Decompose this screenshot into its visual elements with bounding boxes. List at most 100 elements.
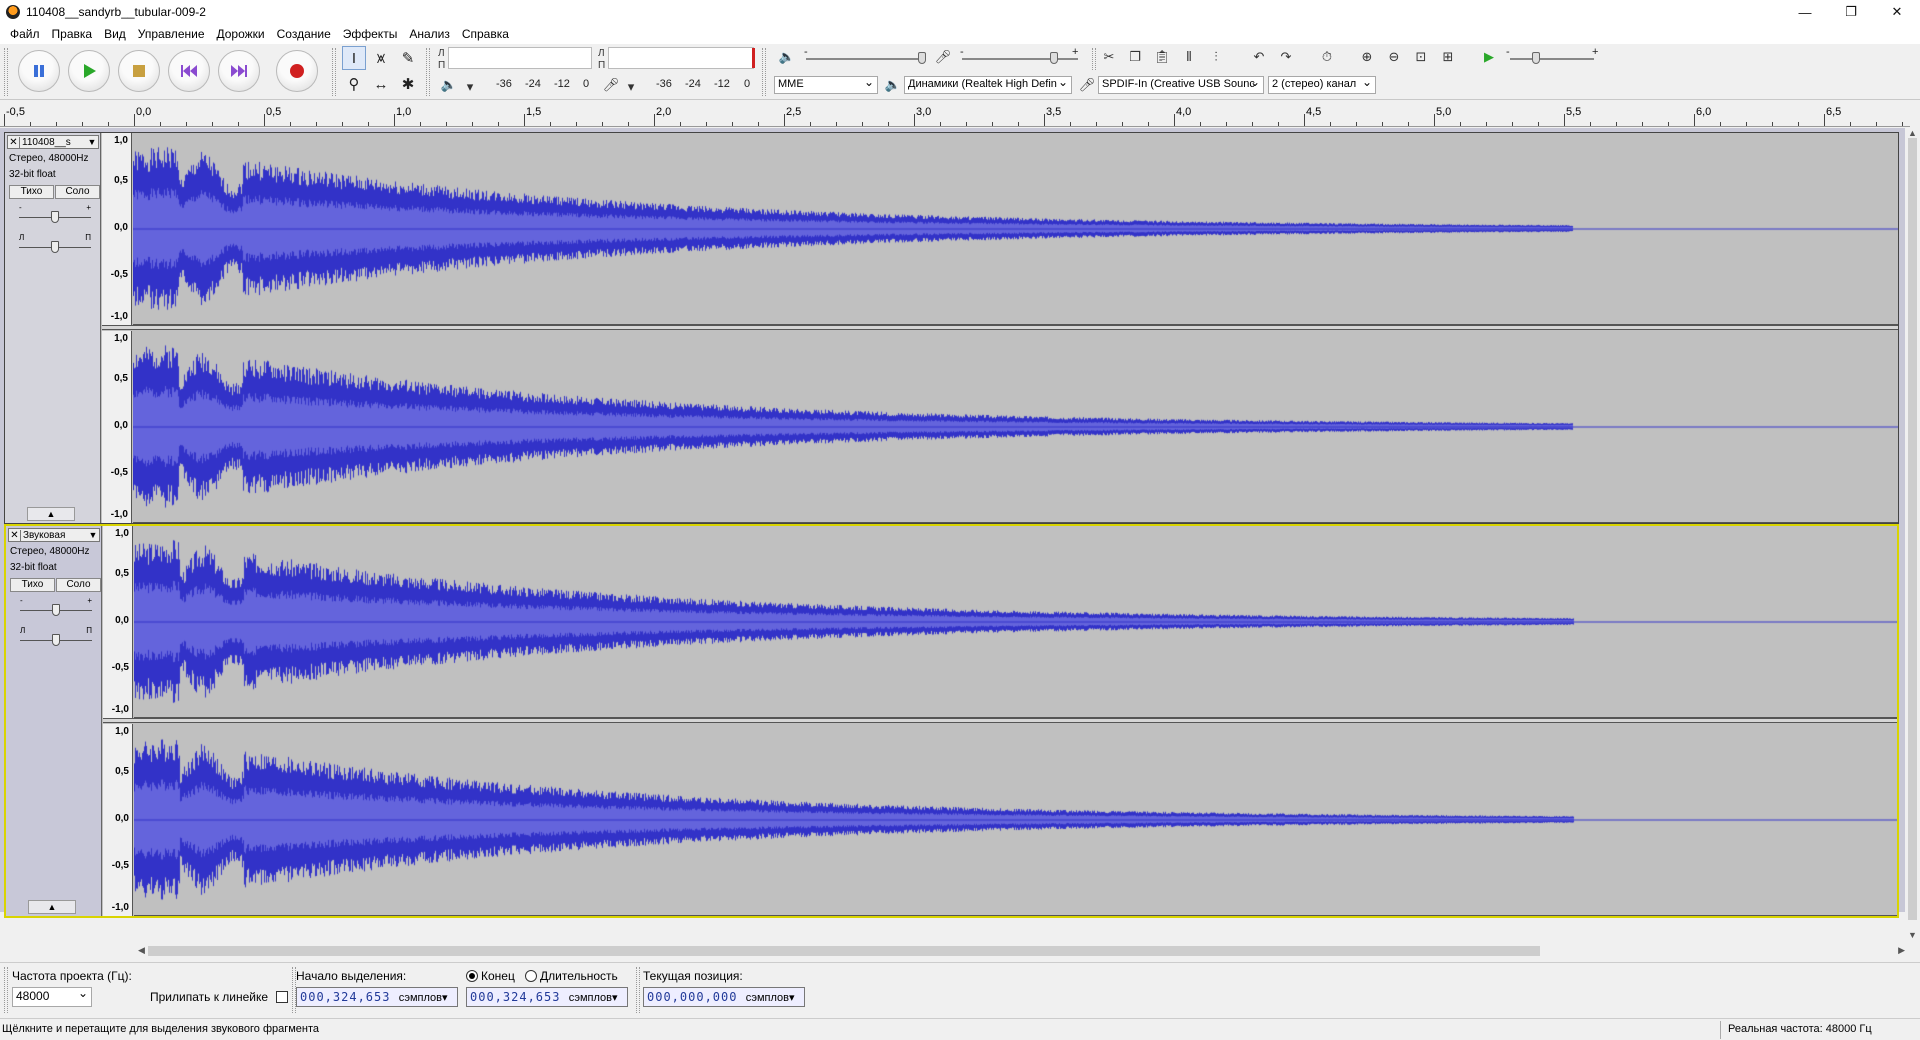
fit-project-icon[interactable]: ⊞ [1437,46,1459,68]
sync-lock-icon[interactable]: ⏱ [1316,46,1338,68]
audio-position-unit[interactable]: сэмплов [746,992,789,1004]
vertical-scale[interactable]: 1,0 0,5 0,0 -0,5 -1,0 [103,724,133,916]
menu-tracks[interactable]: Дорожки [211,27,271,41]
pan-slider[interactable]: Л П [20,626,92,646]
menu-effects[interactable]: Эффекты [337,27,404,41]
output-device-select[interactable]: Динамики (Realtek High Defin [904,76,1072,94]
menu-generate[interactable]: Создание [271,27,337,41]
envelope-tool[interactable]: ⩙ [369,46,393,70]
gain-slider[interactable]: - + [20,596,92,616]
scroll-right-icon[interactable]: ▶ [1898,945,1905,956]
waveform-channel-left[interactable] [133,133,1898,325]
toolbar-grip[interactable] [636,967,640,1013]
menu-transport[interactable]: Управление [132,27,211,41]
waveform-channel-left[interactable] [134,526,1897,718]
draw-tool[interactable]: ✎ [396,46,420,70]
toolbar-grip[interactable] [426,48,430,96]
track-name-box[interactable]: ✕ 110408__s ▼ [7,135,99,149]
close-icon[interactable]: ✕ [9,529,21,541]
selection-start-unit[interactable]: сэмплов [399,992,442,1004]
chevron-down-icon[interactable]: ▾ [789,992,795,1004]
pan-thumb[interactable] [51,241,59,253]
menu-help[interactable]: Справка [456,27,515,41]
scroll-down-icon[interactable]: ▼ [1908,930,1917,940]
play-at-speed-icon[interactable]: ▶ [1478,46,1500,68]
fit-selection-icon[interactable]: ⊡ [1410,46,1432,68]
menu-analyze[interactable]: Анализ [403,27,456,41]
toolbar-grip[interactable] [4,967,8,1013]
gain-thumb[interactable] [51,211,59,223]
stop-button[interactable] [118,50,160,92]
mute-button[interactable]: Тихо [10,578,55,592]
audio-host-select[interactable]: MME [774,76,878,94]
menu-edit[interactable]: Правка [46,27,99,41]
collapse-track-button[interactable]: ▲ [27,507,75,521]
chevron-down-icon[interactable]: ▾ [442,992,448,1004]
timeline-ruler[interactable]: -0,5 0,0 0,5 1,0 1,5 2,0 2,5 3,0 3,5 4,0 4,5 5,0 5,5… [0,103,1910,127]
vertical-scrollbar[interactable]: ▲ ▼ [1905,128,1920,940]
snap-to-checkbox[interactable] [276,991,288,1003]
input-device-select[interactable]: SPDIF-In (Creative USB Sounc [1098,76,1264,94]
pan-slider[interactable]: Л П [19,233,91,253]
pause-button[interactable] [18,50,60,92]
chevron-down-icon[interactable]: ▼ [86,137,98,147]
scroll-up-icon[interactable]: ▲ [1908,128,1917,138]
selection-start-input[interactable]: 000,324,653 сэмплов▾ [296,987,458,1007]
vertical-scale[interactable]: 1,0 0,5 0,0 -0,5 -1,0 [102,133,132,325]
end-radio[interactable] [466,970,478,982]
mute-button[interactable]: Тихо [9,185,54,199]
channels-select[interactable]: 2 (стерео) канал [1268,76,1376,94]
close-icon[interactable]: ✕ [8,136,20,148]
channel-separator[interactable] [103,718,1897,723]
audio-position-input[interactable]: 000,000,000 сэмплов▾ [643,987,805,1007]
toolbar-grip[interactable] [4,48,8,96]
chevron-down-icon[interactable]: ▾ [620,76,642,98]
chevron-down-icon[interactable]: ▼ [87,530,99,540]
record-volume-slider[interactable] [1050,52,1058,64]
vertical-scale[interactable]: 1,0 0,5 0,0 -0,5 -1,0 [103,526,133,718]
multi-tool[interactable]: ✱ [396,72,420,96]
menu-file[interactable]: Файл [4,27,46,41]
toolbar-grip[interactable] [1092,48,1096,70]
project-rate-select[interactable]: 48000 [12,987,92,1007]
solo-button[interactable]: Соло [56,578,101,592]
audio-track-selected[interactable]: ✕ Звуковая ▼ Стерео, 48000Hz 32-bit floa… [4,524,1899,918]
cut-icon[interactable]: ✂ [1098,46,1120,68]
play-speed-slider[interactable] [1532,52,1540,64]
vertical-scale[interactable]: 1,0 0,5 0,0 -0,5 -1,0 [102,331,132,523]
silence-icon[interactable]: ⫶ [1205,46,1227,68]
horizontal-scrollbar[interactable]: ◀ ▶ [138,944,1905,958]
copy-icon[interactable]: ❐ [1124,46,1146,68]
trim-icon[interactable]: ⫴ [1178,46,1200,68]
gain-thumb[interactable] [52,604,60,616]
paste-icon[interactable]: 📋︎ [1151,46,1173,68]
playback-volume-slider[interactable] [918,52,926,64]
skip-to-end-button[interactable] [218,50,260,92]
play-button[interactable] [68,50,110,92]
zoom-tool[interactable]: ⚲ [342,72,366,96]
selection-end-unit[interactable]: сэмплов [569,992,612,1004]
zoom-in-icon[interactable]: ⊕ [1356,46,1378,68]
skip-to-start-button[interactable] [168,50,210,92]
solo-button[interactable]: Соло [55,185,100,199]
waveform-channel-right[interactable] [134,724,1897,916]
timeshift-tool[interactable]: ↔ [369,72,393,96]
collapse-track-button[interactable]: ▲ [28,900,76,914]
record-meter[interactable] [608,47,754,69]
undo-icon[interactable]: ↶ [1248,46,1270,68]
selection-end-input[interactable]: 000,324,653 сэмплов▾ [466,987,628,1007]
zoom-out-icon[interactable]: ⊖ [1383,46,1405,68]
pan-thumb[interactable] [52,634,60,646]
channel-separator[interactable] [102,325,1898,330]
horizontal-scroll-thumb[interactable] [148,946,1540,956]
selection-tool[interactable]: I [342,46,366,70]
vertical-scroll-thumb[interactable] [1908,138,1917,920]
redo-icon[interactable]: ↷ [1275,46,1297,68]
toolbar-grip[interactable] [762,48,766,96]
toolbar-grip[interactable] [332,48,336,96]
close-button[interactable]: ✕ [1874,0,1920,24]
gain-slider[interactable]: - + [19,203,91,223]
maximize-button[interactable]: ❐ [1828,0,1874,24]
waveform-channel-right[interactable] [133,331,1898,523]
scroll-left-icon[interactable]: ◀ [138,945,145,956]
